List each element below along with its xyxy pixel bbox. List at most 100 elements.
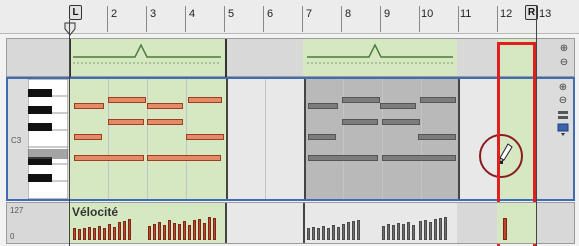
velocity-bar[interactable] xyxy=(407,222,410,240)
velocity-bar[interactable] xyxy=(429,222,432,240)
velocity-bar[interactable] xyxy=(412,225,415,240)
midi-note[interactable] xyxy=(186,134,224,140)
zoom-in-icon[interactable]: ⊕ xyxy=(557,82,569,94)
muted-midi-note[interactable] xyxy=(342,97,380,103)
velocity-bar[interactable] xyxy=(342,224,345,240)
automation-lane[interactable]: ⊕ ⊖ xyxy=(6,38,575,78)
empty-region[interactable] xyxy=(225,203,303,243)
velocity-bar[interactable] xyxy=(198,219,201,240)
velocity-bar[interactable] xyxy=(317,228,320,240)
velocity-bar[interactable] xyxy=(322,226,325,240)
muted-midi-note[interactable] xyxy=(308,103,338,109)
midi-note[interactable] xyxy=(74,155,144,161)
part-border xyxy=(303,203,305,243)
automation-curve xyxy=(69,39,453,78)
velocity-bar[interactable] xyxy=(387,224,390,240)
velocity-bar[interactable] xyxy=(83,228,86,240)
zoom-in-icon[interactable]: ⊕ xyxy=(558,43,570,55)
part-border xyxy=(226,79,228,199)
velocity-bar[interactable] xyxy=(352,221,355,240)
velocity-bar[interactable] xyxy=(203,223,206,240)
velocity-bar[interactable] xyxy=(93,228,96,240)
bar-number: 10 xyxy=(421,8,434,20)
velocity-bar[interactable] xyxy=(153,224,156,240)
midi-note[interactable] xyxy=(147,103,183,109)
velocity-bar[interactable] xyxy=(357,220,360,240)
velocity-bar[interactable] xyxy=(419,221,422,240)
velocity-bar[interactable] xyxy=(128,219,131,240)
velocity-bar[interactable] xyxy=(73,228,76,240)
velocity-bar[interactable] xyxy=(168,220,171,240)
midi-note[interactable] xyxy=(147,119,183,125)
bar-number: 5 xyxy=(228,8,235,20)
velocity-bar[interactable] xyxy=(332,225,335,240)
velocity-bar[interactable] xyxy=(158,222,161,240)
velocity-bar[interactable] xyxy=(213,218,216,240)
bar-number: 4 xyxy=(189,8,196,20)
velocity-bar[interactable] xyxy=(113,227,116,240)
muted-midi-note[interactable] xyxy=(418,134,456,140)
velocity-bar[interactable] xyxy=(434,219,437,240)
muted-midi-note[interactable] xyxy=(420,97,456,103)
velocity-bar[interactable] xyxy=(178,224,181,240)
timeline-ruler[interactable]: 2 3 4 5 6 7 8 9 10 11 12 13 L R xyxy=(0,0,579,36)
velocity-bar[interactable] xyxy=(148,226,151,240)
velocity-bar[interactable] xyxy=(108,224,111,240)
bar-number: 11 xyxy=(460,8,472,20)
velocity-bar[interactable] xyxy=(173,223,176,240)
velocity-bar[interactable] xyxy=(402,224,405,240)
velocity-bar[interactable] xyxy=(337,227,340,240)
velocity-bar[interactable] xyxy=(444,217,447,240)
velocity-bar[interactable] xyxy=(188,225,191,240)
velocity-lane-title: Vélocité xyxy=(72,205,119,219)
velocity-bar[interactable] xyxy=(193,220,196,240)
left-locator-marker[interactable]: L xyxy=(69,5,82,20)
velocity-bar[interactable] xyxy=(439,218,442,240)
velocity-bar[interactable] xyxy=(208,217,211,240)
velocity-bar[interactable] xyxy=(424,220,427,240)
velocity-bar[interactable] xyxy=(312,227,315,240)
midi-note[interactable] xyxy=(108,119,144,125)
bar-tick xyxy=(419,6,420,32)
velocity-bar[interactable] xyxy=(382,226,385,240)
muted-midi-note[interactable] xyxy=(308,134,336,140)
velocity-bar[interactable] xyxy=(347,222,350,240)
velocity-bar[interactable] xyxy=(123,221,126,240)
velocity-lane[interactable]: 127 0 Vélocité xyxy=(6,202,575,244)
zoom-out-icon[interactable]: ⊖ xyxy=(557,95,569,107)
bar-number: 7 xyxy=(306,8,313,20)
bar-number: 3 xyxy=(150,8,157,20)
bar-tick xyxy=(458,6,459,32)
velocity-bar[interactable] xyxy=(397,223,400,240)
velocity-bar[interactable] xyxy=(503,218,507,240)
playhead-icon[interactable] xyxy=(64,22,76,36)
velocity-bar[interactable] xyxy=(88,227,91,240)
folding-icon[interactable] xyxy=(557,109,569,121)
midi-note[interactable] xyxy=(147,155,221,161)
note-editor-lane[interactable]: C3 ⊕ ⊖ xyxy=(6,77,575,201)
bar-number: 6 xyxy=(267,8,274,20)
midi-note[interactable] xyxy=(74,103,104,109)
velocity-bar[interactable] xyxy=(307,228,310,240)
velocity-bar[interactable] xyxy=(392,225,395,240)
muted-midi-note[interactable] xyxy=(380,103,416,109)
midi-note[interactable] xyxy=(188,97,222,103)
piano-keyboard[interactable] xyxy=(28,79,68,199)
velocity-bar[interactable] xyxy=(118,222,121,240)
velocity-bar[interactable] xyxy=(327,228,330,240)
muted-midi-note[interactable] xyxy=(382,119,420,125)
muted-midi-note[interactable] xyxy=(308,155,378,161)
note-color-icon[interactable] xyxy=(557,123,569,137)
velocity-bar[interactable] xyxy=(98,226,101,240)
playhead-line xyxy=(536,6,537,246)
velocity-bar[interactable] xyxy=(78,229,81,240)
velocity-bar[interactable] xyxy=(163,225,166,240)
velocity-bar[interactable] xyxy=(183,221,186,240)
muted-midi-note[interactable] xyxy=(342,119,378,125)
zoom-out-icon[interactable]: ⊖ xyxy=(558,57,570,69)
left-locator-line xyxy=(69,20,70,246)
velocity-bar[interactable] xyxy=(103,228,106,240)
midi-note[interactable] xyxy=(108,97,146,103)
midi-note[interactable] xyxy=(74,134,102,140)
muted-midi-note[interactable] xyxy=(382,155,456,161)
